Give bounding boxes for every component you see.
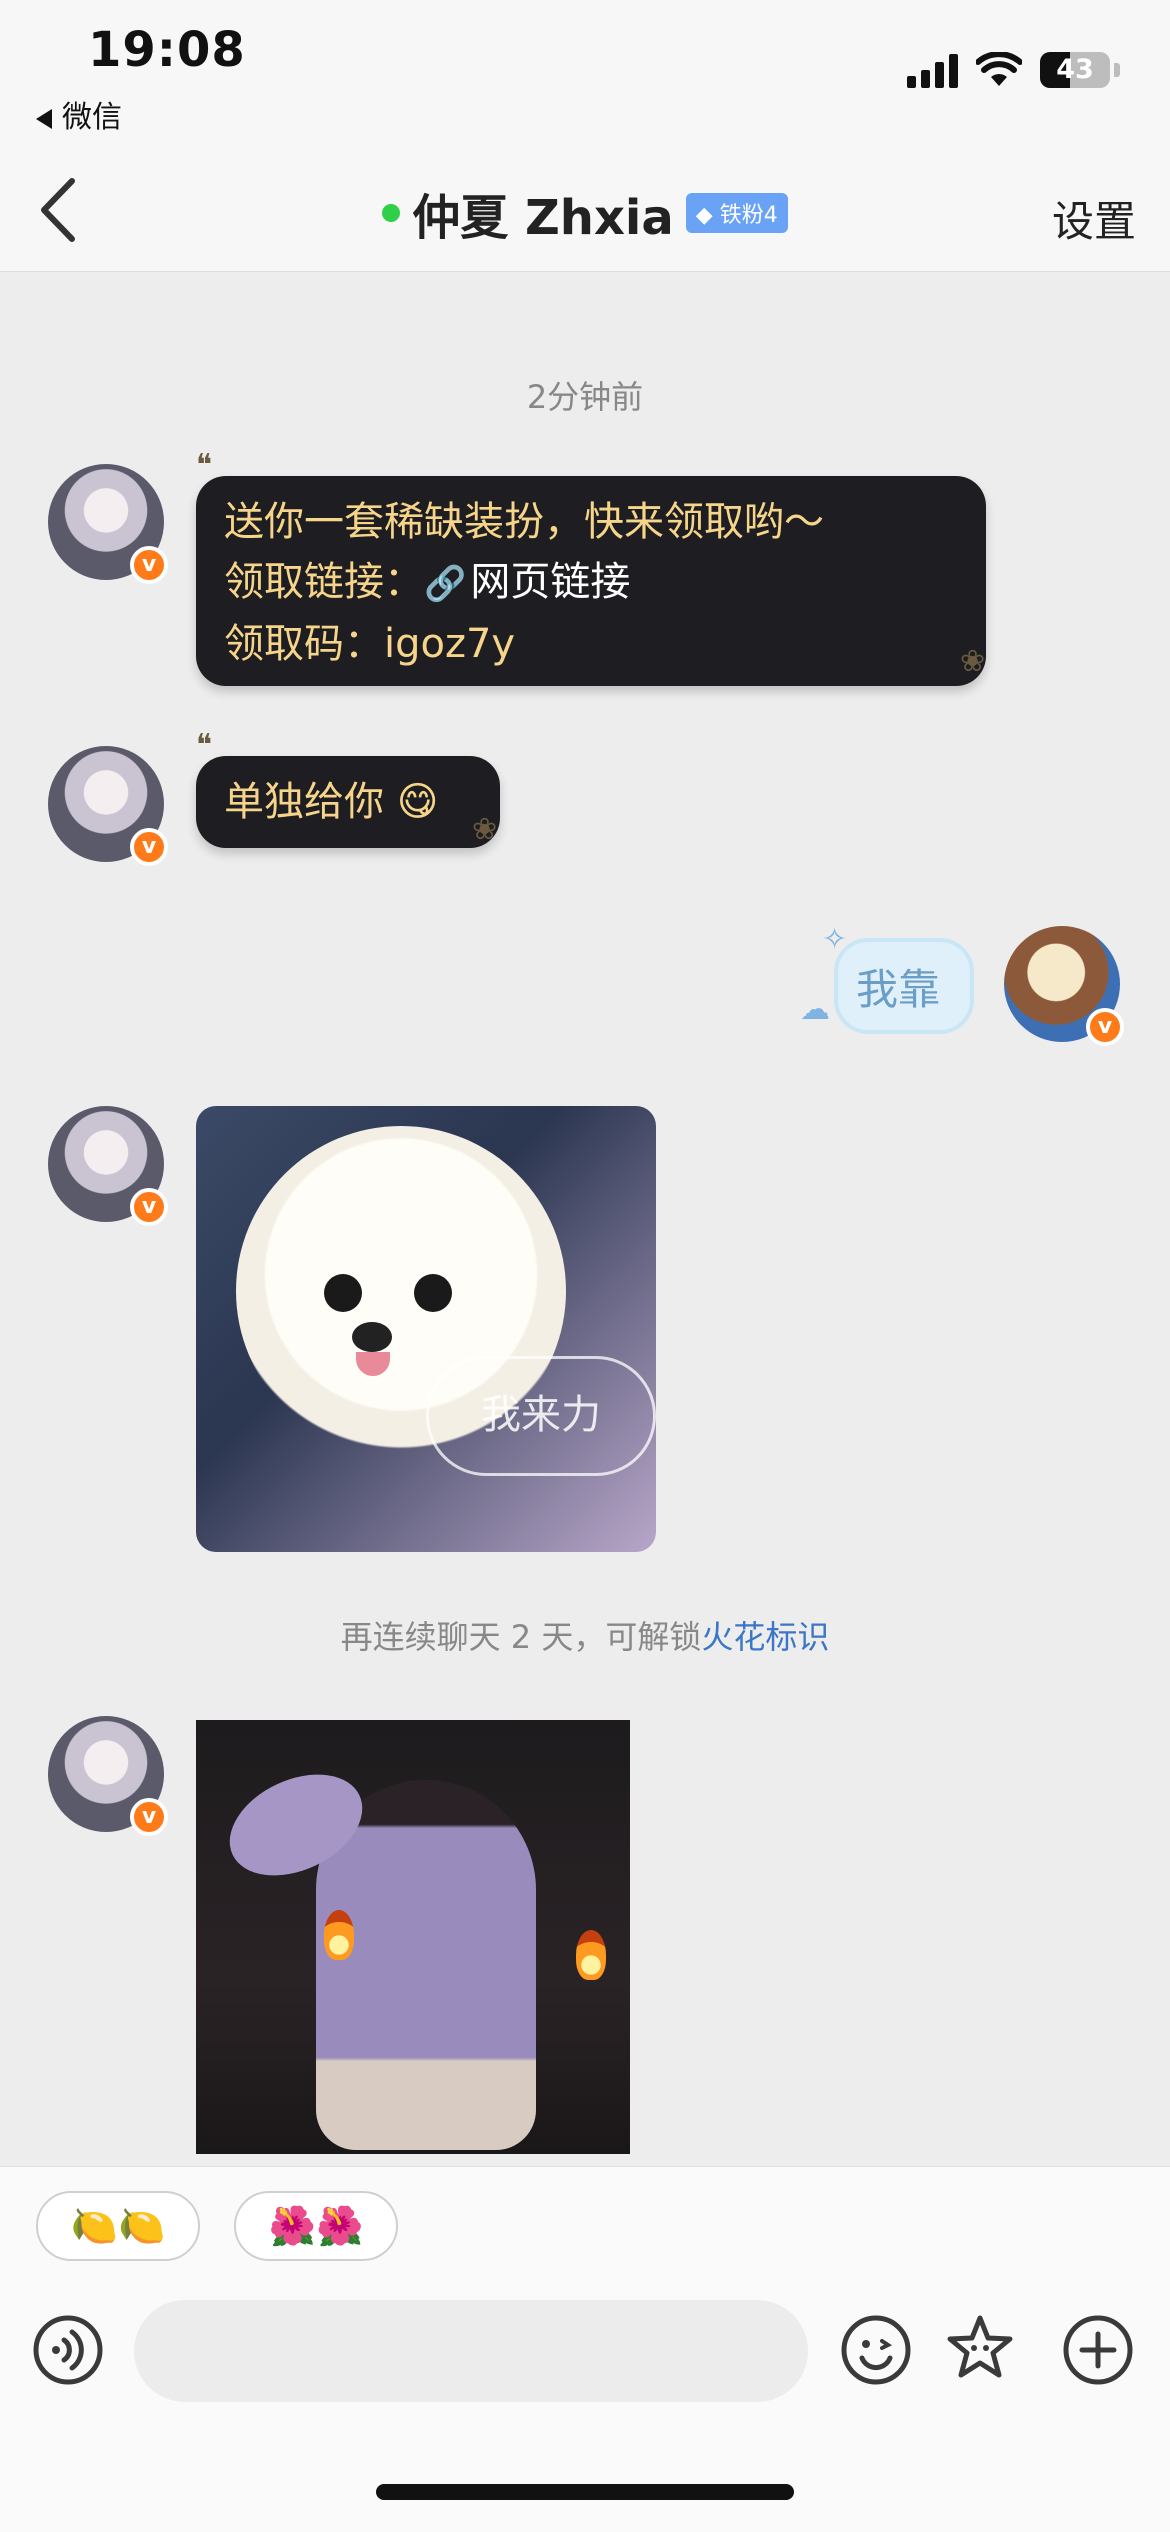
quick-reply-lemon[interactable]: 🍋🍋 <box>36 2191 200 2261</box>
fan-level-badge: ◆ 铁粉4 <box>685 193 788 233</box>
contact-avatar[interactable]: v <box>48 1106 168 1226</box>
quick-reply-hibiscus[interactable]: 🌺🌺 <box>234 2191 398 2261</box>
dog-eye <box>324 1274 362 1312</box>
settings-button[interactable]: 设置 <box>1052 188 1136 249</box>
bubble-decoration-icon: ☁ <box>800 992 830 1027</box>
torch-flame <box>324 1910 354 1960</box>
message-list[interactable]: 2分钟前 v ❝ 送你一套稀缺装扮，快来领取哟～ 领取链接：🔗 网页链接 领取码：… <box>0 272 1170 2166</box>
status-time: 19:08 <box>88 22 246 78</box>
message-text: 单独给你 <box>224 779 384 825</box>
chat-header: 仲夏 Zhxia ◆ 铁粉4 设置 <box>0 150 1170 272</box>
emoji-icon[interactable] <box>840 2314 912 2386</box>
battery-level: 43 <box>1056 54 1094 85</box>
link-label: 领取链接： <box>224 559 424 605</box>
contact-avatar[interactable]: v <box>48 1716 168 1836</box>
streak-hint: 再连续聊天 2 天，可解锁火花标识 <box>0 1612 1170 1658</box>
link-icon: 🔗 <box>424 564 467 604</box>
chat-title-group[interactable]: 仲夏 Zhxia ◆ 铁粉4 <box>0 178 1170 248</box>
dog-nose <box>352 1322 392 1352</box>
status-bar: 19:08 微信 43 <box>0 0 1170 150</box>
gift-message-line1: 送你一套稀缺装扮，快来领取哟～ <box>224 499 824 545</box>
image-caption: 我来力 <box>426 1356 656 1476</box>
my-avatar[interactable]: v <box>1004 926 1124 1046</box>
web-link[interactable]: 网页链接 <box>470 559 630 605</box>
back-triangle-icon <box>36 108 52 129</box>
message-timestamp: 2分钟前 <box>526 378 644 416</box>
verified-v-icon: v <box>1086 1008 1124 1046</box>
verified-v-icon: v <box>130 1798 168 1836</box>
bubble-decoration-icon: ❝ <box>196 728 213 763</box>
contact-avatar[interactable]: v <box>48 746 168 866</box>
bubble-decoration-icon: ❀ <box>960 644 986 679</box>
battery-icon: 43 <box>1040 52 1110 88</box>
online-status-dot <box>382 204 401 222</box>
back-app-label: 微信 <box>62 100 122 135</box>
voice-input-icon[interactable] <box>32 2314 104 2386</box>
my-message-bubble[interactable]: 我靠 <box>834 938 974 1034</box>
image-message-dog[interactable]: 我来力 <box>196 1106 656 1552</box>
my-message-text: 我靠 <box>856 965 941 1014</box>
message-input[interactable] <box>134 2300 808 2402</box>
yum-emoji: 😋 <box>396 779 439 825</box>
fan-level-label: 铁粉4 <box>719 203 778 228</box>
spark-badge-link[interactable]: 火花标识 <box>701 1618 829 1656</box>
message-bubble-text[interactable]: 单独给你 😋 <box>196 756 500 848</box>
sticker-star-icon[interactable] <box>944 2312 1016 2384</box>
bubble-decoration-icon: ❀ <box>472 812 498 847</box>
torch-flame <box>576 1930 606 1980</box>
image-message-dancer[interactable] <box>196 1720 630 2154</box>
wifi-icon <box>976 52 1022 86</box>
verified-v-icon: v <box>130 828 168 866</box>
gift-message-line2: 领取链接：🔗 网页链接 <box>224 552 958 614</box>
gift-message-line3: 领取码：igoz7y <box>224 621 516 667</box>
contact-avatar[interactable]: v <box>48 464 168 584</box>
add-more-icon[interactable] <box>1062 2314 1134 2386</box>
streak-hint-text: 再连续聊天 2 天，可解锁 <box>340 1618 702 1656</box>
bubble-decoration-icon: ❝ <box>196 448 213 483</box>
cellular-signal-icon <box>907 52 958 88</box>
chat-title: 仲夏 Zhxia <box>412 190 674 246</box>
verified-v-icon: v <box>130 1188 168 1226</box>
verified-v-icon: v <box>130 546 168 584</box>
status-icons: 43 <box>907 52 1120 88</box>
dog-eye <box>414 1274 452 1312</box>
back-to-app-link[interactable]: 微信 <box>36 92 122 136</box>
home-indicator[interactable] <box>376 2484 794 2500</box>
quick-reply-bar: 🍋🍋 🌺🌺 <box>0 2166 1170 2276</box>
message-bubble-gift[interactable]: 送你一套稀缺装扮，快来领取哟～ 领取链接：🔗 网页链接 领取码：igoz7y <box>196 476 986 686</box>
